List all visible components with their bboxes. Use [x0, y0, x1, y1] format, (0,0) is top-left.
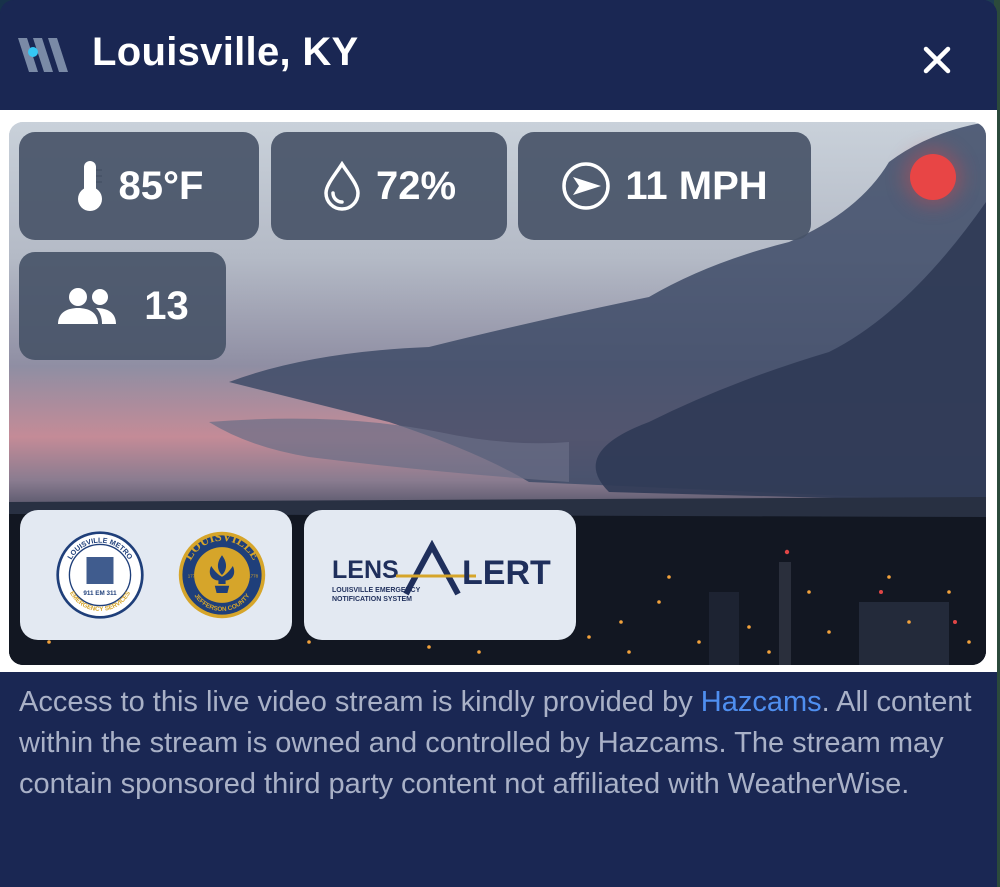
close-button[interactable]	[917, 40, 957, 80]
lensalert-logo-part-b: LERT	[462, 554, 551, 592]
modal-header: Louisville, KY	[0, 0, 997, 110]
camera-modal: Louisville, KY 85°F 72% 11 MPH 13 LOUISV…	[0, 0, 997, 887]
stream-attribution: Access to this live video stream is kind…	[0, 672, 997, 887]
louisville-metro-emergency-services-seal: LOUISVILLE METRO EMERGENCY SERVICES 911 …	[56, 531, 144, 619]
wind-value: 11 MPH	[625, 163, 768, 208]
lensalert-logo-part-a: LENS	[332, 556, 399, 584]
viewers-chip: 13	[19, 252, 226, 360]
viewers-count: 13	[144, 283, 189, 328]
temperature-chip: 85°F	[19, 132, 259, 240]
sponsor-card-lensalert[interactable]: LENS LERT LOUISVILLE EMERGENCY NOTIFICAT…	[304, 510, 576, 640]
sponsor-card-seals[interactable]: LOUISVILLE METRO EMERGENCY SERVICES 911 …	[20, 510, 292, 640]
wind-direction-icon	[562, 162, 611, 210]
lensalert-logo: LENS LERT LOUISVILLE EMERGENCY NOTIFICAT…	[332, 540, 551, 603]
droplet-icon	[324, 161, 360, 211]
close-icon	[923, 46, 951, 74]
attribution-text-start: Access to this live video stream is kind…	[19, 686, 701, 718]
wind-chip: 11 MPH	[518, 132, 811, 240]
thermometer-icon	[77, 161, 102, 211]
metro-seal-center-text: 911 EM 311	[83, 590, 117, 597]
hazcams-link[interactable]: Hazcams	[701, 686, 822, 718]
louisville-jefferson-county-seal: LOUISVILLE JEFFERSON COUNTY 1778 1778	[178, 530, 266, 619]
live-video-stream[interactable]: 85°F 72% 11 MPH 13 LOUISVILLE METRO EMER…	[9, 122, 986, 665]
lensalert-tagline-2: NOTIFICATION SYSTEM	[332, 596, 412, 603]
lensalert-tagline-1: LOUISVILLE EMERGENCY	[332, 587, 421, 594]
weatherwise-logo	[18, 38, 68, 72]
county-seal-year-left: 1778	[188, 574, 199, 579]
attribution-text: Access to this live video stream is kind…	[19, 682, 979, 805]
humidity-chip: 72%	[271, 132, 507, 240]
people-icon	[58, 288, 117, 324]
humidity-value: 72%	[375, 163, 457, 208]
live-recording-indicator	[910, 154, 956, 200]
stream-frame: 85°F 72% 11 MPH 13 LOUISVILLE METRO EMER…	[0, 110, 997, 672]
page-title: Louisville, KY	[92, 30, 359, 74]
temperature-value: 85°F	[118, 163, 204, 208]
county-seal-year-right: 1778	[248, 574, 259, 579]
